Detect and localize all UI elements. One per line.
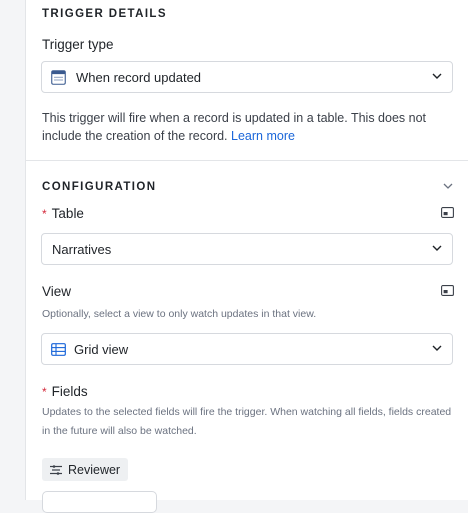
- configuration-title: CONFIGURATION: [42, 181, 157, 193]
- learn-more-link[interactable]: Learn more: [231, 129, 295, 143]
- view-select[interactable]: Grid view: [41, 333, 453, 365]
- fields-label-text: Fields: [51, 384, 88, 399]
- chevron-down-icon[interactable]: [443, 182, 453, 190]
- table-label-text: Table: [51, 206, 84, 221]
- fields-select-button[interactable]: [42, 491, 157, 513]
- field-pill-label: Reviewer: [68, 462, 121, 477]
- trigger-config-panel: TRIGGER DETAILS Trigger type When record…: [25, 0, 468, 513]
- chevron-down-icon: [432, 245, 442, 251]
- chevron-down-icon: [432, 345, 442, 351]
- view-label: View: [42, 284, 72, 299]
- required-marker: *: [42, 385, 47, 399]
- section-divider: [26, 160, 468, 161]
- record-window-icon: [51, 69, 66, 85]
- view-select-value: Grid view: [74, 341, 129, 357]
- trigger-details-title: TRIGGER DETAILS: [42, 8, 167, 20]
- trigger-description: This trigger will fire when a record is …: [42, 109, 452, 145]
- field-filter-icon: [50, 464, 62, 475]
- table-select[interactable]: Narratives: [41, 233, 453, 265]
- table-select-value: Narratives: [52, 241, 112, 257]
- panel-expand-icon[interactable]: [441, 207, 454, 218]
- panel-expand-icon[interactable]: [441, 285, 454, 296]
- grid-view-icon: [51, 342, 66, 356]
- trigger-type-select[interactable]: When record updated: [41, 61, 453, 93]
- fields-label: * Fields: [42, 384, 88, 399]
- trigger-type-value: When record updated: [76, 69, 202, 85]
- fields-help-text: Updates to the selected fields will fire…: [42, 406, 452, 437]
- table-label: * Table: [42, 206, 84, 221]
- chevron-down-icon: [432, 73, 442, 79]
- required-marker: *: [42, 207, 47, 221]
- trigger-type-label: Trigger type: [42, 37, 114, 52]
- field-pill-reviewer[interactable]: Reviewer: [42, 458, 129, 481]
- view-help-text: Optionally, select a view to only watch …: [42, 308, 317, 320]
